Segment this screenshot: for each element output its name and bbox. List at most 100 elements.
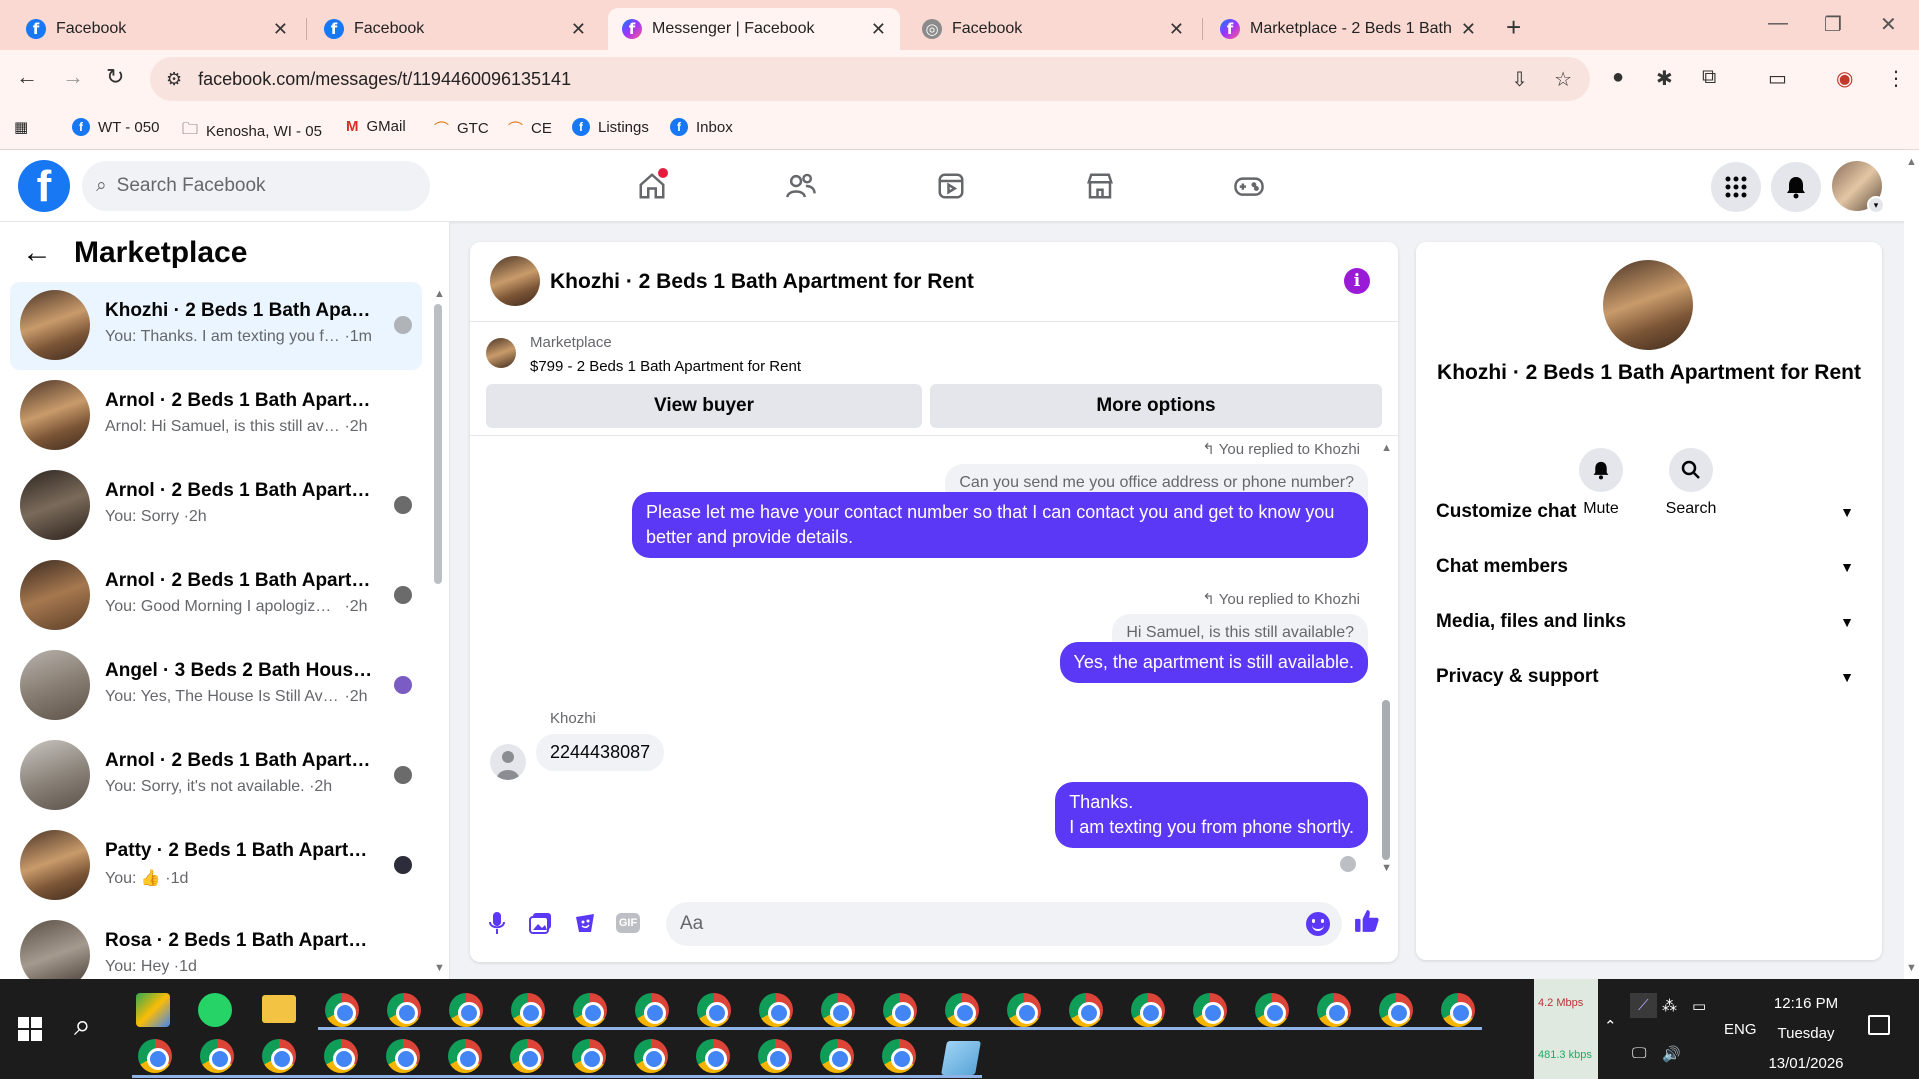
chrome-window-icon[interactable] <box>634 1039 668 1073</box>
tab-facebook-3[interactable]: ◎ Facebook ✕ <box>908 8 1198 50</box>
chrome-window-icon[interactable] <box>1317 993 1351 1027</box>
privacy-support-row[interactable]: Privacy & support ▼ <box>1436 657 1862 697</box>
file-explorer-icon[interactable] <box>262 995 296 1023</box>
chat-title[interactable]: Khozhi · 2 Beds 1 Bath Apartment for Ren… <box>550 270 974 294</box>
scroll-down-icon[interactable]: ▼ <box>1381 862 1392 874</box>
marketplace-icon[interactable] <box>1080 166 1120 206</box>
close-window-icon[interactable]: ✕ <box>1880 12 1897 37</box>
notifications-bell-icon[interactable] <box>1771 162 1821 212</box>
menu-grid-icon[interactable] <box>1711 162 1761 212</box>
chrome-window-icon[interactable] <box>821 993 855 1027</box>
chat-avatar[interactable] <box>490 256 540 306</box>
scroll-up-icon[interactable]: ▲ <box>434 288 445 300</box>
close-icon[interactable]: ✕ <box>1169 19 1184 40</box>
system-clock[interactable]: 12:16 PM Tuesday 13/01/2026 <box>1760 989 1852 1079</box>
chrome-window-icon[interactable] <box>1379 993 1413 1027</box>
restore-icon[interactable]: ❐ <box>1824 12 1842 37</box>
more-options-button[interactable]: More options <box>930 384 1382 428</box>
photo-icon[interactable] <box>528 910 554 936</box>
chrome-window-icon[interactable] <box>697 993 731 1027</box>
chrome-window-icon[interactable] <box>1131 993 1165 1027</box>
scroll-up-icon[interactable]: ▲ <box>1906 156 1917 168</box>
outgoing-message[interactable]: Yes, the apartment is still available. <box>1059 642 1368 683</box>
media-files-links-row[interactable]: Media, files and links ▼ <box>1436 602 1862 642</box>
gaming-icon[interactable] <box>1229 166 1269 206</box>
scroll-down-icon[interactable]: ▼ <box>434 962 445 974</box>
chrome-window-icon[interactable] <box>759 993 793 1027</box>
bookmark-listings[interactable]: f Listings <box>572 118 649 136</box>
back-arrow-icon[interactable]: ← <box>22 236 52 270</box>
language-indicator[interactable]: ENG <box>1724 1021 1757 1038</box>
conversation-item[interactable]: Arnol · 2 Beds 1 Bath Apartment for Rent… <box>10 372 422 460</box>
message-scrollbar[interactable] <box>1382 700 1390 860</box>
puzzle-icon[interactable]: ⧉ <box>1702 66 1716 89</box>
conversation-item[interactable]: Khozhi · 2 Beds 1 Bath Apartment for Ren… <box>10 282 422 370</box>
cookie-extension-icon[interactable]: ● <box>1612 66 1624 89</box>
tab-facebook-2[interactable]: f Facebook ✕ <box>310 8 600 50</box>
chrome-window-icon[interactable] <box>1069 993 1103 1027</box>
url-text[interactable]: facebook.com/messages/t/1194460096135141 <box>198 69 571 90</box>
bookmark-wt[interactable]: f WT - 050 <box>72 118 159 136</box>
windows-start-icon[interactable] <box>18 1017 42 1041</box>
conversation-item[interactable]: Rosa · 2 Beds 1 Bath Apartment for Rent … <box>10 912 422 979</box>
chrome-window-icon[interactable] <box>572 1039 606 1073</box>
show-hidden-icons[interactable]: ⌃ <box>1604 1017 1617 1035</box>
info-icon[interactable]: i <box>1344 268 1370 294</box>
listing-title[interactable]: $799 - 2 Beds 1 Bath Apartment for Rent <box>530 358 801 375</box>
maps-app-icon[interactable] <box>136 993 170 1027</box>
chrome-window-icon[interactable] <box>945 993 979 1027</box>
chrome-window-icon[interactable] <box>696 1039 730 1073</box>
conversation-item[interactable]: Angel · 3 Beds 2 Bath House for Rent You… <box>10 642 422 730</box>
listing-avatar[interactable] <box>1603 260 1693 350</box>
site-info-icon[interactable]: ⚙ <box>166 69 182 90</box>
tab-facebook-1[interactable]: f Facebook ✕ <box>12 8 302 50</box>
chrome-window-icon[interactable] <box>510 1039 544 1073</box>
battery-icon[interactable]: ▭ <box>1692 997 1706 1015</box>
chrome-window-icon[interactable] <box>635 993 669 1027</box>
chrome-window-icon[interactable] <box>1255 993 1289 1027</box>
chrome-window-icon[interactable] <box>386 1039 420 1073</box>
chrome-window-icon[interactable] <box>324 1039 358 1073</box>
dropbox-icon[interactable]: ⁂ <box>1662 997 1677 1015</box>
facebook-logo-icon[interactable]: f <box>18 160 70 212</box>
microphone-icon[interactable] <box>484 910 510 936</box>
conversation-item[interactable]: Arnol · 2 Beds 1 Bath Apartment for Rent… <box>10 552 422 640</box>
customize-chat-row[interactable]: Customize chat ▼ <box>1436 492 1862 532</box>
page-scrollbar[interactable]: ▲ ▼ <box>1904 150 1919 979</box>
bookmark-inbox[interactable]: f Inbox <box>670 118 733 136</box>
scroll-down-icon[interactable]: ▼ <box>1906 962 1917 974</box>
close-icon[interactable]: ✕ <box>1461 19 1476 40</box>
new-tab-button[interactable]: + <box>1506 12 1521 43</box>
chrome-window-icon[interactable] <box>325 993 359 1027</box>
gif-icon[interactable]: GIF <box>616 913 640 933</box>
minimize-icon[interactable]: — <box>1768 12 1788 35</box>
pen-icon[interactable]: ⟋ <box>1630 993 1657 1018</box>
chrome-window-icon[interactable] <box>882 1039 916 1073</box>
conversation-list-scrollbar[interactable] <box>434 304 442 584</box>
volume-icon[interactable]: 🔊 <box>1662 1045 1681 1063</box>
close-icon[interactable]: ✕ <box>571 19 586 40</box>
conversation-item[interactable]: Patty · 2 Beds 1 Bath Apartment for Rent… <box>10 822 422 910</box>
chrome-window-icon[interactable] <box>573 993 607 1027</box>
close-icon[interactable]: ✕ <box>273 19 288 40</box>
forward-icon[interactable]: → <box>62 64 84 90</box>
conversation-item[interactable]: Arnol · 2 Beds 1 Bath Apartment for Rent… <box>10 732 422 820</box>
chrome-window-icon[interactable] <box>883 993 917 1027</box>
bookmark-gtc[interactable]: ⌒ GTC <box>434 118 489 139</box>
profile-avatar[interactable]: ▾ <box>1832 161 1885 214</box>
chrome-window-icon[interactable] <box>511 993 545 1027</box>
tab-messenger[interactable]: f Messenger | Facebook ✕ <box>608 8 900 50</box>
chrome-window-icon[interactable] <box>449 993 483 1027</box>
chrome-window-icon[interactable] <box>1441 993 1475 1027</box>
bookmark-gmail[interactable]: M GMail <box>346 118 406 135</box>
outgoing-message[interactable]: Thanks. I am texting you from phone shor… <box>1055 782 1368 848</box>
profile-icon[interactable]: ◉ <box>1836 66 1853 91</box>
chrome-window-icon[interactable] <box>262 1039 296 1073</box>
apps-grid-icon[interactable]: ▦ <box>14 118 28 136</box>
install-icon[interactable]: ⇩ <box>1511 67 1528 92</box>
network-icon[interactable]: 🖵 <box>1632 1045 1646 1062</box>
bookmark-kenosha[interactable]: 🗀 Kenosha, WI - 05 <box>182 118 322 145</box>
scroll-up-icon[interactable]: ▲ <box>1381 442 1392 454</box>
sticker-icon[interactable] <box>572 910 598 936</box>
thumbs-up-icon[interactable] <box>1354 908 1380 941</box>
